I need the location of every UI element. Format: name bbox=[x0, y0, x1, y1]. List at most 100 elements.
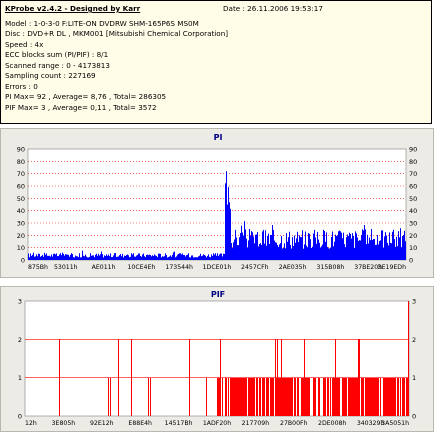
pi-bar bbox=[380, 240, 381, 260]
pif-bar bbox=[348, 377, 349, 416]
y-tick-label-right: 90 bbox=[409, 146, 417, 154]
pif-bar bbox=[236, 377, 237, 416]
pi-bar bbox=[352, 233, 353, 260]
pi-bar bbox=[358, 241, 359, 260]
pif-bar bbox=[336, 377, 337, 416]
pif-bar bbox=[397, 377, 398, 416]
pi-bar bbox=[246, 238, 247, 260]
pi-bar bbox=[164, 256, 165, 260]
pif-bar bbox=[259, 377, 260, 416]
pi-bar bbox=[118, 256, 119, 260]
pi-bar bbox=[37, 256, 38, 260]
pif-bar bbox=[222, 377, 223, 416]
disc-line: Disc : DVD+R DL , MKM001 [Mitsubishi Che… bbox=[5, 29, 229, 38]
pi-bar bbox=[32, 254, 33, 260]
pi-bar bbox=[231, 243, 232, 260]
pi-bar bbox=[398, 231, 399, 260]
pif-bar bbox=[394, 377, 395, 416]
pi-bar bbox=[172, 254, 173, 260]
pif-bar bbox=[334, 377, 335, 416]
pif-bar bbox=[392, 377, 393, 416]
pi-bar bbox=[258, 246, 259, 260]
pif-bar bbox=[354, 377, 355, 416]
pi-bar bbox=[274, 240, 275, 260]
y-tick-label-left: 90 bbox=[17, 146, 25, 154]
pif-bar bbox=[219, 377, 220, 416]
pif-bar bbox=[367, 377, 368, 416]
pi-bar bbox=[201, 256, 202, 260]
pi-bar bbox=[72, 254, 73, 260]
pi-bar bbox=[88, 257, 89, 260]
pi-bar bbox=[280, 243, 281, 260]
pi-bar bbox=[160, 253, 161, 260]
pi-bar bbox=[33, 252, 34, 260]
pif-bar bbox=[368, 377, 369, 416]
pi-bar bbox=[232, 248, 233, 260]
y-tick-label-right: 1 bbox=[412, 374, 416, 382]
pif-bar bbox=[131, 339, 132, 416]
pi-bar bbox=[226, 171, 227, 260]
pif-bar bbox=[260, 377, 261, 416]
x-tick-label: 1DCE01h bbox=[203, 264, 232, 271]
pi-bar bbox=[186, 255, 187, 260]
pi-bar bbox=[309, 233, 310, 260]
pi-bar bbox=[192, 255, 193, 260]
pif-bar bbox=[226, 377, 227, 416]
pi-bar bbox=[362, 229, 363, 260]
pif-bar bbox=[292, 377, 293, 416]
pi-bar bbox=[224, 253, 225, 260]
pi-bar bbox=[171, 256, 172, 260]
pif-bar bbox=[384, 377, 385, 416]
pi-bar bbox=[211, 254, 212, 260]
pif-bar bbox=[349, 377, 350, 416]
pi-bar bbox=[314, 229, 315, 260]
pif-bar bbox=[262, 377, 263, 416]
pif-bar bbox=[389, 377, 390, 416]
pif-bar bbox=[118, 339, 119, 416]
pi-bar bbox=[360, 240, 361, 260]
pi-bar bbox=[235, 229, 236, 260]
pi-bar bbox=[317, 231, 318, 260]
pif-bar bbox=[400, 377, 401, 416]
pif-bar bbox=[256, 377, 257, 416]
pi-bar bbox=[42, 254, 43, 260]
pi-bar bbox=[48, 255, 49, 260]
pi-bar bbox=[348, 236, 349, 260]
pi-bar bbox=[120, 254, 121, 260]
pi-bar bbox=[277, 245, 278, 260]
pi-bar bbox=[228, 186, 229, 260]
pi-bar bbox=[229, 202, 230, 260]
pif-bar bbox=[345, 377, 346, 416]
pi-bar bbox=[321, 246, 322, 260]
pi-bar bbox=[372, 240, 373, 260]
pi-bar bbox=[282, 248, 283, 260]
pi-bar bbox=[254, 243, 255, 260]
pi-bar bbox=[136, 255, 137, 260]
pi-bar bbox=[239, 237, 240, 260]
pif-bar bbox=[407, 377, 408, 416]
pi-bar bbox=[346, 237, 347, 260]
pi-bar bbox=[405, 241, 406, 260]
pi-bar bbox=[188, 253, 189, 260]
pif-bar bbox=[244, 377, 245, 416]
pif-bar bbox=[298, 377, 299, 416]
pi-bar bbox=[338, 231, 339, 260]
pi-bar bbox=[94, 257, 95, 260]
pif-bar bbox=[294, 377, 295, 416]
pif-bar bbox=[285, 377, 286, 416]
pi-bar bbox=[316, 243, 317, 260]
pi-bar bbox=[263, 229, 264, 260]
pif-bar bbox=[395, 377, 396, 416]
pi-bar bbox=[71, 253, 72, 260]
pi-bar bbox=[180, 253, 181, 260]
pi-bar bbox=[58, 256, 59, 260]
pi-bar bbox=[121, 256, 122, 260]
pi-bar bbox=[289, 231, 290, 260]
y-tick-label-left: 40 bbox=[17, 207, 25, 215]
pi-bar bbox=[252, 232, 253, 260]
pi-bar bbox=[353, 235, 354, 260]
y-tick-label-left: 10 bbox=[17, 244, 25, 252]
pif-bar bbox=[232, 377, 233, 416]
pi-bar bbox=[219, 254, 220, 260]
pi-bar bbox=[395, 246, 396, 260]
